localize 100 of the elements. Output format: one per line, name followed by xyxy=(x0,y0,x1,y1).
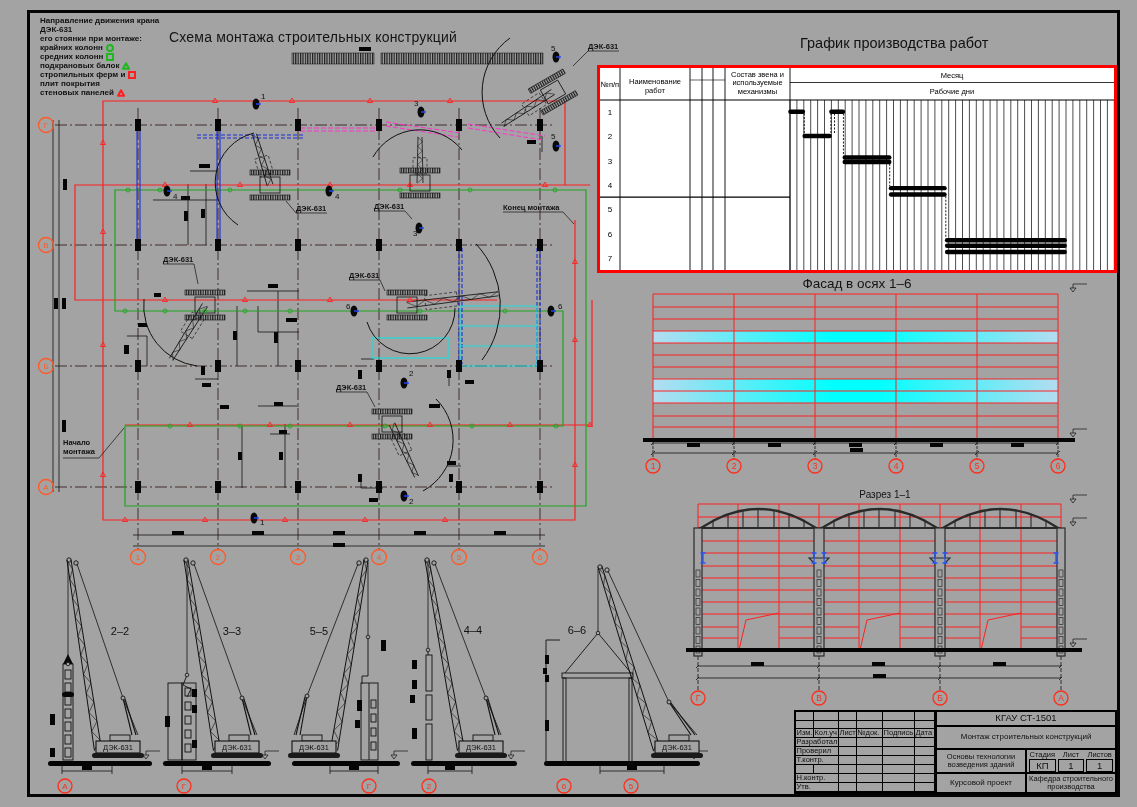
stop-marker-icon xyxy=(241,296,249,302)
row-number: 4 xyxy=(607,181,613,190)
dimension-mark xyxy=(627,765,637,770)
swing-arc xyxy=(143,298,198,367)
legend-label: стеновых панелей xyxy=(40,88,114,97)
stop-marker-icon xyxy=(346,421,354,427)
crane-cab xyxy=(95,734,141,754)
axis-bubble: 3 xyxy=(807,458,823,474)
dimension-mark xyxy=(1011,443,1024,447)
section-label: 2–2 xyxy=(110,625,130,637)
stop-marker-icon xyxy=(201,516,209,522)
leader-line xyxy=(62,427,125,459)
station-icon xyxy=(415,222,425,234)
signature-cell xyxy=(839,738,857,748)
signature-cell xyxy=(883,774,915,783)
axis-bubble: В xyxy=(37,236,55,254)
elevation-mark-icon xyxy=(1069,494,1088,504)
legend-label: подкрановых балок xyxy=(40,61,120,70)
row-number: 6 xyxy=(607,229,613,239)
stop-marker-icon xyxy=(281,516,289,522)
column-section xyxy=(135,119,141,131)
dimension-mark xyxy=(50,714,55,725)
row-number: 5 xyxy=(607,205,613,215)
axis-bubble: Б xyxy=(37,357,55,375)
dimension-mark xyxy=(369,498,378,502)
axis-bubble: А xyxy=(1053,690,1069,706)
dimension-mark xyxy=(414,531,426,535)
dimension-mark xyxy=(172,531,184,535)
stop-marker-icon xyxy=(162,308,168,314)
dependency-line xyxy=(834,113,835,135)
axis-bubble: А xyxy=(37,478,55,496)
dimension-mark xyxy=(233,331,237,340)
dimension-mark xyxy=(412,660,417,669)
section-label: 3–3 xyxy=(222,625,242,637)
column-section xyxy=(295,360,301,372)
station-icon xyxy=(552,51,562,63)
dimension-mark xyxy=(184,211,188,221)
axis-bubble: В xyxy=(811,690,827,706)
dimension-mark xyxy=(872,662,885,666)
stop-marker-icon xyxy=(397,187,403,193)
elevation-mark-icon xyxy=(1069,517,1088,527)
station-number: 2 xyxy=(409,369,414,378)
dimension-mark xyxy=(62,298,66,309)
dimension-mark xyxy=(447,370,451,378)
leader-line xyxy=(285,200,328,214)
crane-strut xyxy=(483,695,502,736)
station-number: 1 xyxy=(261,92,266,101)
axis-bubble: 1 xyxy=(645,458,661,474)
station-number: 6 xyxy=(558,302,563,311)
crane-hook xyxy=(595,568,601,636)
dimension-mark xyxy=(274,332,278,343)
axis-line xyxy=(1055,440,1061,460)
station-number: 4 xyxy=(335,192,340,201)
axis-bubble: 4 xyxy=(370,548,388,566)
axis-line xyxy=(650,440,656,460)
signature-cell xyxy=(839,720,857,730)
dimension-mark xyxy=(165,716,170,727)
stop-marker-icon xyxy=(287,423,293,429)
station-icon xyxy=(547,305,557,317)
crane-cab xyxy=(291,734,337,754)
signature-cell xyxy=(883,738,915,748)
station-number: 6 xyxy=(346,302,351,311)
crane-strut xyxy=(120,695,139,736)
axis-bubble: 6 xyxy=(531,548,549,566)
dimension-mark xyxy=(138,323,147,327)
station-icon xyxy=(250,512,260,524)
dimension-mark xyxy=(751,662,764,666)
stop-marker-icon xyxy=(426,421,434,427)
dimension-mark xyxy=(82,765,92,770)
dimension-line xyxy=(427,764,473,775)
stop-marker-icon xyxy=(186,421,194,427)
crane-beam-icon xyxy=(931,552,939,564)
axis-bubble: Г xyxy=(690,690,706,706)
station-number: 3 xyxy=(414,99,419,108)
dimension-line xyxy=(599,764,665,775)
dependency-line xyxy=(945,195,947,239)
stop-marker-icon xyxy=(99,139,107,145)
signature-cell xyxy=(857,738,883,748)
station-number: 5 xyxy=(551,132,556,141)
signature-cell xyxy=(857,756,883,766)
stop-marker-icon xyxy=(326,296,334,302)
dimension-mark xyxy=(333,531,345,535)
column-section xyxy=(295,481,301,493)
column-section xyxy=(215,360,221,372)
dimension-line xyxy=(329,764,379,775)
elevation-mark-icon xyxy=(1069,428,1088,438)
signature-cell xyxy=(839,756,857,766)
stop-marker-icon xyxy=(211,97,219,103)
column-section xyxy=(135,239,141,251)
dependency-line xyxy=(889,163,891,187)
column-section xyxy=(537,481,543,493)
stop-marker-icon xyxy=(236,181,244,187)
dimension-mark xyxy=(50,748,55,757)
axis-bubble: Г xyxy=(37,116,55,134)
legend-heading: Направление движения крана ДЭК-631 его стоянки при монтаже: xyxy=(40,16,161,43)
elevation-mark-icon xyxy=(261,750,280,760)
row-number: 7 xyxy=(607,253,613,263)
stop-marker-icon xyxy=(99,228,107,234)
crane xyxy=(399,136,441,199)
signature-cell xyxy=(857,720,883,730)
